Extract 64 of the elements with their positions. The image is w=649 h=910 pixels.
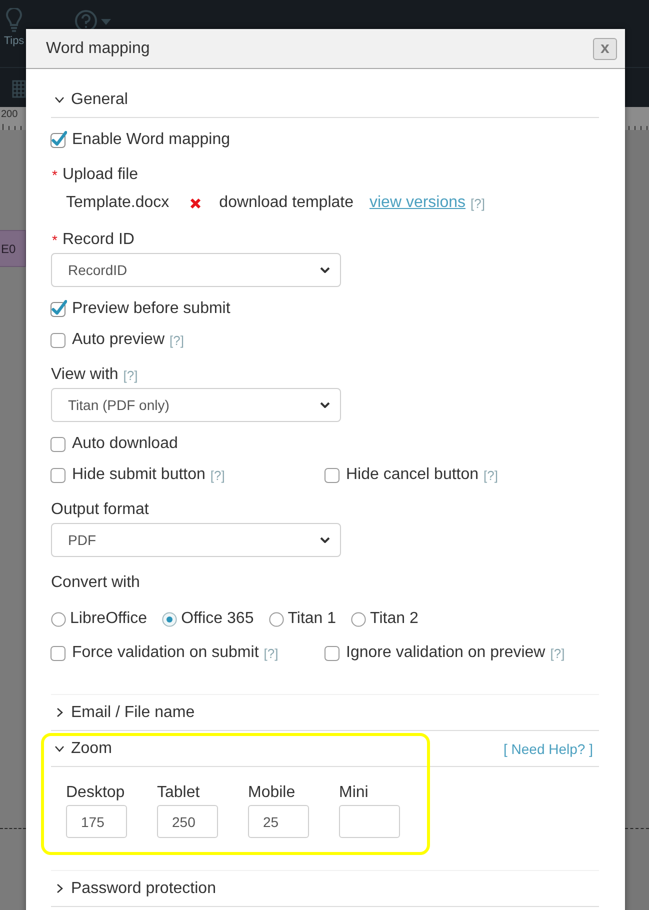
required-marker: * — [52, 232, 58, 248]
help-icon[interactable] — [75, 10, 97, 32]
checkbox[interactable] — [50, 434, 67, 452]
checkbox[interactable] — [324, 644, 341, 660]
checkbox-label[interactable]: Hide cancel button — [346, 466, 479, 484]
section-toggle[interactable]: General — [51, 90, 128, 108]
section-toggle[interactable]: Zoom — [51, 740, 112, 758]
input-label: Mobile — [248, 783, 296, 803]
radio-label[interactable]: LibreOffice — [70, 610, 148, 628]
checkbox-label[interactable]: Force validation on submit — [72, 644, 259, 662]
field-label: Record ID — [62, 231, 134, 249]
checkbox-label[interactable]: Preview before submit — [72, 300, 230, 318]
radio-button[interactable] — [268, 612, 284, 626]
input-label: Desktop — [66, 783, 126, 803]
required-marker: * — [52, 167, 58, 183]
dialog-title: Word mapping — [46, 40, 150, 58]
chevron-down-icon — [320, 402, 330, 408]
chevron-down-icon — [320, 537, 330, 543]
radio-button[interactable] — [162, 612, 178, 626]
radio-button[interactable] — [51, 612, 66, 626]
lightbulb-icon[interactable] — [6, 8, 22, 32]
checkbox[interactable] — [50, 330, 67, 348]
chevron-down-icon — [55, 746, 64, 752]
zoom-input[interactable] — [339, 805, 400, 838]
download-template-link[interactable]: download template — [219, 194, 354, 212]
checkbox[interactable] — [50, 644, 67, 660]
field-label: Convert with — [51, 574, 140, 592]
checkbox-label[interactable]: Hide submit button — [72, 466, 206, 484]
field-label: View with — [51, 366, 118, 384]
chevron-right-icon — [57, 708, 63, 717]
grid-icon[interactable] — [12, 80, 26, 98]
select-field[interactable]: RecordID — [51, 253, 341, 287]
section-toggle[interactable]: Password protection — [51, 880, 216, 898]
checkbox[interactable] — [50, 130, 67, 148]
radio-button[interactable] — [351, 612, 366, 626]
radio-label[interactable]: Titan 2 — [370, 610, 418, 628]
checkbox-label[interactable]: Ignore validation on preview — [346, 644, 546, 662]
block-label: E0 — [0, 242, 16, 256]
checkbox[interactable] — [50, 466, 67, 482]
ruler-label: 200 — [0, 109, 19, 120]
file-name: Template.docx — [66, 194, 170, 212]
checkbox[interactable] — [50, 300, 67, 316]
zoom-input[interactable]: 250 — [157, 805, 218, 838]
remove-icon[interactable] — [190, 198, 202, 208]
zoom-input[interactable]: 25 — [248, 805, 309, 838]
section-toggle[interactable]: Email / File name — [51, 704, 195, 722]
checkbox-label[interactable]: Auto download — [72, 435, 178, 453]
toolbar-label[interactable]: Tips — [4, 35, 24, 48]
chevron-down-icon — [320, 267, 330, 273]
select-field[interactable]: Titan (PDF only) — [51, 388, 341, 422]
caret-icon[interactable] — [101, 19, 111, 25]
field-label: Output format — [51, 501, 149, 519]
radio-label[interactable]: Office 365 — [181, 610, 254, 628]
chevron-down-icon — [55, 96, 64, 102]
input-label: Tablet — [157, 783, 201, 803]
input-label: Mini — [339, 783, 370, 803]
radio-label[interactable]: Titan 1 — [288, 610, 336, 628]
checkbox-label[interactable]: Enable Word mapping — [72, 131, 230, 149]
zoom-input[interactable]: 175 — [66, 805, 127, 838]
select-field[interactable]: PDF — [51, 523, 341, 557]
checkbox[interactable] — [324, 466, 341, 482]
checkbox-label[interactable]: Auto preview — [72, 331, 164, 349]
chevron-right-icon — [57, 884, 63, 893]
field-label: Upload file — [62, 166, 138, 184]
